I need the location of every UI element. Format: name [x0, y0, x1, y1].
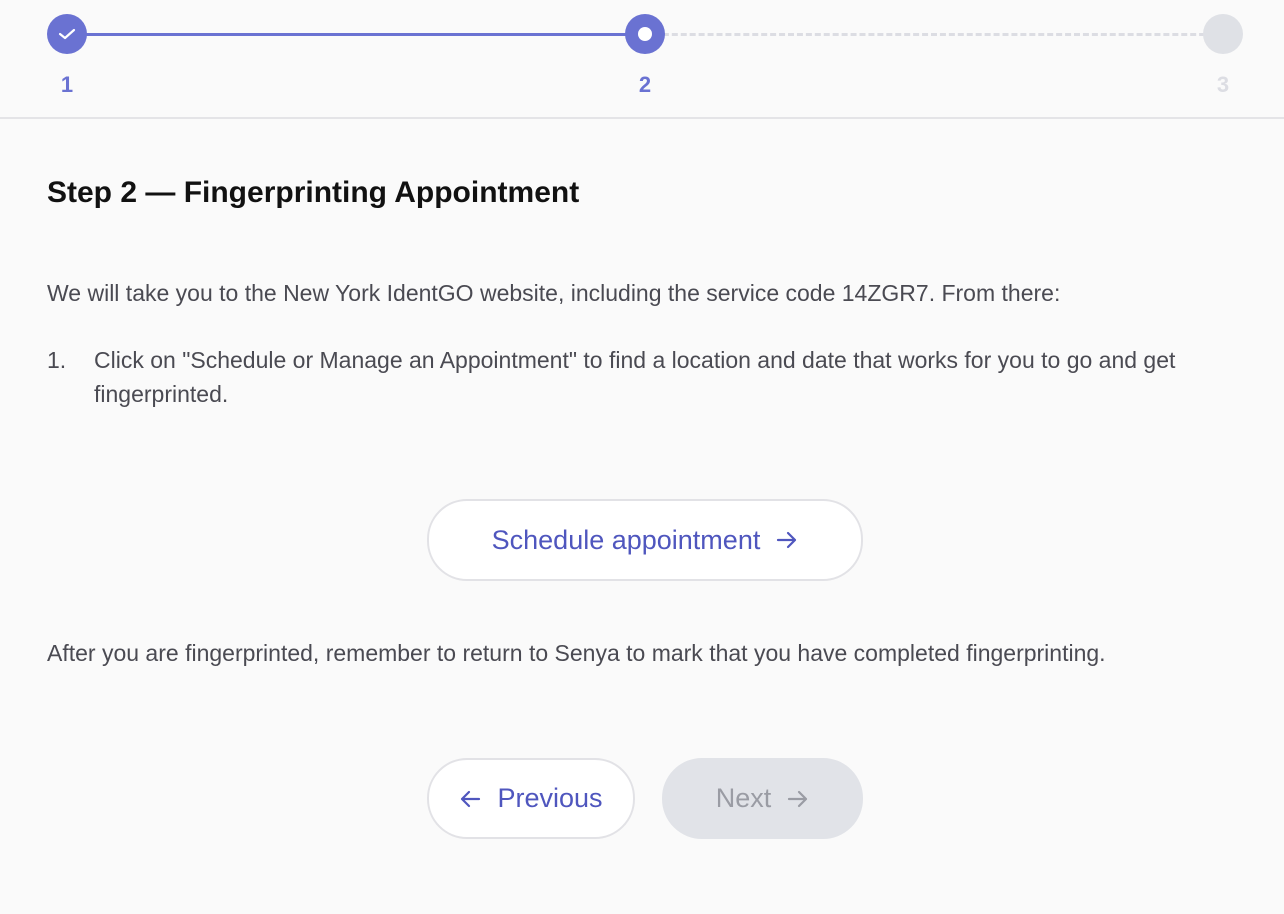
page-title: Step 2 — Fingerprinting Appointment [47, 176, 580, 209]
schedule-appointment-button[interactable]: Schedule appointment [427, 499, 863, 581]
list-item-number: 1. [47, 347, 67, 373]
list-item: 1. Click on "Schedule or Manage an Appoi… [47, 343, 1247, 411]
arrow-left-icon [461, 790, 481, 807]
step-3-indicator [1203, 14, 1243, 54]
previous-button-label: Previous [497, 783, 603, 813]
progress-stepper: 1 2 3 [0, 0, 1284, 119]
list-item-text: Click on "Schedule or Manage an Appointm… [94, 347, 1176, 407]
step-1-label: 1 [60, 72, 74, 97]
check-icon [58, 28, 76, 40]
arrow-right-icon [777, 531, 797, 549]
schedule-appointment-label: Schedule appointment [491, 524, 761, 555]
step-2-indicator[interactable] [625, 14, 665, 54]
current-step-dot [638, 27, 652, 41]
next-button-label: Next [715, 783, 772, 813]
step-1-indicator[interactable] [47, 14, 87, 54]
after-fingerprinting-note: After you are fingerprinted, remember to… [47, 640, 1106, 666]
instructions-list: 1. Click on "Schedule or Manage an Appoi… [47, 343, 1247, 411]
arrow-right-icon [788, 790, 808, 807]
step-3-label: 3 [1216, 72, 1230, 97]
step-2-label: 2 [638, 72, 652, 97]
stepper-line-completed [67, 33, 645, 36]
previous-button[interactable]: Previous [427, 758, 635, 839]
intro-text: We will take you to the New York IdentGO… [47, 280, 1061, 306]
stepper-line-pending [645, 33, 1223, 36]
page: 1 2 3 Step 2 — Fingerprinting Appointmen… [0, 0, 1284, 914]
next-button[interactable]: Next [662, 758, 863, 839]
